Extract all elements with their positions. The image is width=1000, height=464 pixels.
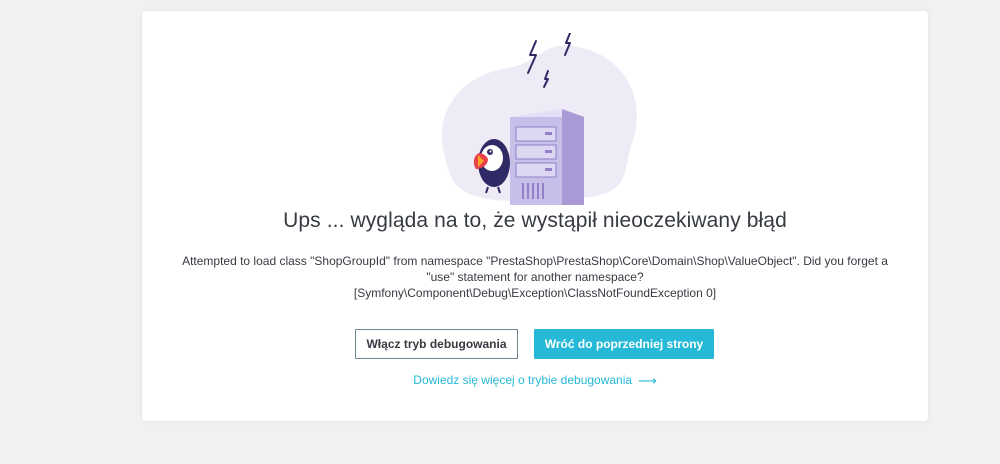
- enable-debug-mode-button[interactable]: Włącz tryb debugowania: [355, 329, 518, 359]
- error-message-line-3: [Symfony\Component\Debug\Exception\Class…: [353, 286, 717, 300]
- error-message-line-1: Attempted to load class "ShopGroupId" fr…: [182, 254, 888, 268]
- learn-more-debug-link-label[interactable]: Dowiedz się więcej o trybie debugowania: [413, 373, 632, 387]
- learn-more-debug-link[interactable]: Dowiedz się więcej o trybie debugowania ⟶: [142, 373, 928, 389]
- arrow-right-icon: ⟶: [638, 373, 657, 388]
- go-back-button[interactable]: Wróć do poprzedniej strony: [534, 329, 714, 359]
- error-title: Ups ... wygląda na to, że wystąpił nieoc…: [283, 209, 787, 232]
- error-message: Attempted to load class "ShopGroupId" fr…: [162, 253, 908, 301]
- server-icon: [510, 109, 584, 205]
- server-error-illustration: [432, 32, 642, 208]
- server-error-svg: [441, 32, 637, 205]
- error-card: Ups ... wygląda na to, że wystąpił nieoc…: [142, 11, 928, 421]
- error-message-line-2: "use" statement for another namespace?: [426, 270, 644, 284]
